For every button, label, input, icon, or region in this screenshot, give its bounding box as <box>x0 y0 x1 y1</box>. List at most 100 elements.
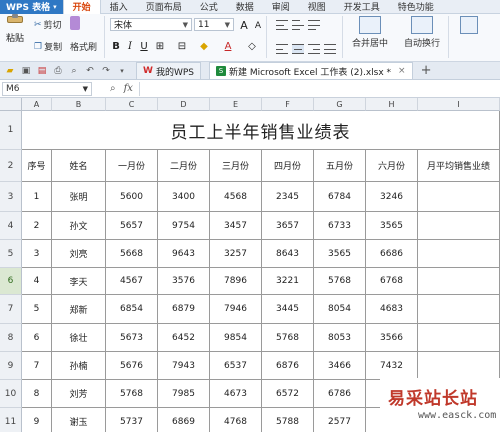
table-cell[interactable]: 6876 <box>262 352 314 380</box>
header-cell[interactable]: 一月份 <box>106 150 158 182</box>
row-header[interactable]: 3 <box>0 182 22 212</box>
merge-center-button[interactable]: 合并居中 <box>352 16 388 49</box>
row-header[interactable]: 2 <box>0 150 22 182</box>
menu-tab-special[interactable]: 特色功能 <box>389 0 443 14</box>
table-cell[interactable]: 8643 <box>262 240 314 268</box>
header-cell[interactable]: 序号 <box>22 150 52 182</box>
fill-color-icon[interactable]: ◆ <box>198 40 210 52</box>
table-cell[interactable] <box>418 240 500 268</box>
table-cell[interactable]: 3657 <box>262 212 314 240</box>
table-cell[interactable]: 5 <box>22 295 52 324</box>
table-cell[interactable]: 6733 <box>314 212 366 240</box>
preview-icon[interactable]: ⌕ <box>68 65 80 77</box>
table-cell[interactable]: 4567 <box>106 268 158 295</box>
table-cell[interactable]: 3565 <box>366 212 418 240</box>
table-cell[interactable]: 3221 <box>262 268 314 295</box>
pdf-icon[interactable]: ▤ <box>36 65 48 77</box>
undo-icon[interactable]: ↶ <box>84 65 96 77</box>
table-cell[interactable]: 6869 <box>158 408 210 432</box>
number-format-button[interactable] <box>460 16 478 36</box>
row-header[interactable]: 6 <box>0 268 22 295</box>
column-header[interactable]: E <box>210 98 262 111</box>
table-cell[interactable]: 2345 <box>262 182 314 212</box>
column-header[interactable]: B <box>52 98 106 111</box>
table-cell[interactable]: 5600 <box>106 182 158 212</box>
row-header[interactable]: 8 <box>0 324 22 352</box>
table-cell[interactable]: 6537 <box>210 352 262 380</box>
table-cell[interactable]: 7943 <box>158 352 210 380</box>
table-cell[interactable]: 孙文 <box>52 212 106 240</box>
table-cell[interactable]: 8053 <box>314 324 366 352</box>
bold-button[interactable]: B <box>110 40 122 52</box>
increase-font-icon[interactable]: A <box>238 19 250 32</box>
copy-button[interactable]: ❐ 复制 <box>34 40 62 54</box>
table-cell[interactable]: 刘芳 <box>52 380 106 408</box>
header-cell[interactable]: 二月份 <box>158 150 210 182</box>
header-cell[interactable]: 三月份 <box>210 150 262 182</box>
app-menu-button[interactable]: WPS 表格 ▾ <box>0 0 63 14</box>
menu-tab-home[interactable]: 开始 <box>62 0 101 14</box>
table-cell[interactable]: 8054 <box>314 295 366 324</box>
table-cell[interactable]: 1 <box>22 182 52 212</box>
table-cell[interactable] <box>418 212 500 240</box>
paste-button[interactable]: 粘贴 <box>4 14 26 44</box>
table-cell[interactable]: 5788 <box>262 408 314 432</box>
table-cell[interactable] <box>418 182 500 212</box>
name-box[interactable]: M6 ▼ <box>2 81 92 96</box>
format-painter-button[interactable] <box>70 16 80 30</box>
function-icon[interactable]: fx <box>124 83 133 94</box>
table-cell[interactable]: 4768 <box>210 408 262 432</box>
table-cell[interactable]: 5673 <box>106 324 158 352</box>
redo-icon[interactable]: ↷ <box>100 65 112 77</box>
table-cell[interactable]: 张明 <box>52 182 106 212</box>
table-cell[interactable]: 3257 <box>210 240 262 268</box>
table-cell[interactable]: 8 <box>22 380 52 408</box>
underline-button[interactable]: U <box>138 40 150 52</box>
table-cell[interactable]: 7896 <box>210 268 262 295</box>
header-cell[interactable]: 姓名 <box>52 150 106 182</box>
header-cell[interactable]: 四月份 <box>262 150 314 182</box>
clear-format-icon[interactable]: ◇ <box>246 40 258 52</box>
table-cell[interactable]: 4683 <box>366 295 418 324</box>
table-cell[interactable]: 谢玉 <box>52 408 106 432</box>
align-center-icon[interactable] <box>292 44 304 54</box>
table-cell[interactable]: 刘亮 <box>52 240 106 268</box>
table-cell[interactable]: 徐壮 <box>52 324 106 352</box>
menu-tab-data[interactable]: 数据 <box>227 0 263 14</box>
table-cell[interactable]: 6768 <box>366 268 418 295</box>
table-cell[interactable]: 孙楠 <box>52 352 106 380</box>
table-cell[interactable]: 4673 <box>210 380 262 408</box>
table-cell[interactable]: 3565 <box>314 240 366 268</box>
cut-button[interactable]: ✂ 剪切 <box>34 18 62 32</box>
table-cell[interactable]: 7432 <box>366 352 418 380</box>
header-cell[interactable]: 月平均销售业绩 <box>418 150 500 182</box>
row-header[interactable]: 1 <box>0 111 22 150</box>
table-cell[interactable]: 6786 <box>314 380 366 408</box>
row-header[interactable]: 11 <box>0 408 22 432</box>
table-cell[interactable]: 5737 <box>106 408 158 432</box>
auto-wrap-button[interactable]: 自动换行 <box>404 16 440 49</box>
table-cell[interactable]: 6784 <box>314 182 366 212</box>
table-cell[interactable]: 4 <box>22 268 52 295</box>
table-cell[interactable]: 7985 <box>158 380 210 408</box>
table-cell[interactable]: 3 <box>22 240 52 268</box>
table-cell[interactable]: 5676 <box>106 352 158 380</box>
column-header[interactable]: A <box>22 98 52 111</box>
column-header[interactable]: I <box>418 98 500 111</box>
align-top-icon[interactable] <box>276 20 288 30</box>
table-cell[interactable]: 3457 <box>210 212 262 240</box>
justify-icon[interactable] <box>324 44 336 54</box>
menu-tab-insert[interactable]: 插入 <box>101 0 137 14</box>
table-cell[interactable]: 3445 <box>262 295 314 324</box>
table-cell[interactable]: 9754 <box>158 212 210 240</box>
row-header[interactable]: 10 <box>0 380 22 408</box>
table-cell[interactable]: 9643 <box>158 240 210 268</box>
table-cell[interactable]: 3400 <box>158 182 210 212</box>
table-cell[interactable]: 5768 <box>106 380 158 408</box>
column-header[interactable]: H <box>366 98 418 111</box>
table-cell[interactable]: 2 <box>22 212 52 240</box>
menu-tab-developer[interactable]: 开发工具 <box>335 0 389 14</box>
chevron-down-icon[interactable]: ▾ <box>116 65 128 77</box>
table-cell[interactable]: 7946 <box>210 295 262 324</box>
table-cell[interactable]: 2577 <box>314 408 366 432</box>
